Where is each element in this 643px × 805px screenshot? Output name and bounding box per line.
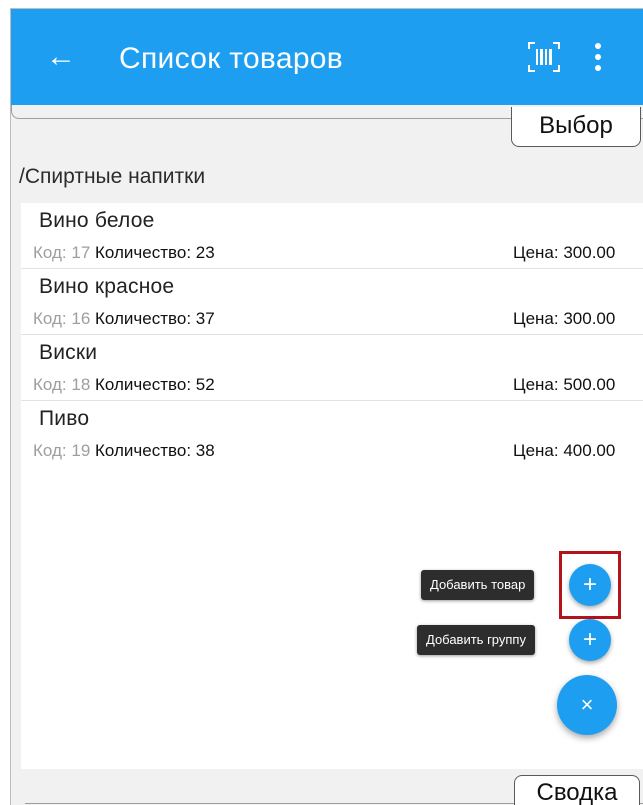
tab-summary[interactable]: Сводка <box>514 775 640 805</box>
price-value: 400.00 <box>563 441 616 460</box>
quantity-label: Количество: <box>95 243 192 262</box>
price-value: 300.00 <box>563 243 616 262</box>
price-value: 300.00 <box>563 309 616 328</box>
quantity-value: 52 <box>195 375 215 394</box>
product-name: Вино белое <box>39 209 155 232</box>
page-title: Список товаров <box>119 42 344 75</box>
arrow-left-icon: ← <box>46 40 76 73</box>
quantity-value: 38 <box>195 441 215 460</box>
back-button[interactable]: ← <box>41 37 81 77</box>
list-item[interactable]: Виски Код: 18 Количество: 52 Цена: 500.0… <box>21 335 643 401</box>
price-label: Цена: <box>513 441 559 460</box>
app-window: ← Список товаров Выбор /Спиртные напитки… <box>10 8 643 805</box>
code-label: Код: <box>33 375 67 394</box>
add-product-tooltip[interactable]: Добавить товар <box>421 570 535 600</box>
list-item[interactable]: Вино красное Код: 16 Количество: 37 Цена… <box>21 269 643 335</box>
more-menu-button[interactable] <box>585 39 611 75</box>
close-icon: × <box>580 692 594 717</box>
screen: ← Список товаров Выбор /Спиртные напитки… <box>0 0 643 805</box>
barcode-scan-button[interactable] <box>527 41 561 73</box>
code-label: Код: <box>33 309 67 328</box>
code-label: Код: <box>33 243 67 262</box>
product-name: Вино красное <box>39 275 175 298</box>
plus-icon: + <box>582 626 597 653</box>
quantity-value: 23 <box>195 243 215 262</box>
add-group-button[interactable]: + <box>569 619 611 661</box>
product-name: Виски <box>39 341 98 364</box>
product-meta: Код: 17 Количество: 23 <box>33 243 215 263</box>
product-meta: Код: 18 Количество: 52 <box>33 375 215 395</box>
app-bar: ← Список товаров <box>11 9 643 105</box>
product-price: Цена: 300.00 <box>513 309 615 329</box>
price-label: Цена: <box>513 375 559 394</box>
highlight-box <box>559 551 621 619</box>
price-value: 500.00 <box>563 375 616 394</box>
price-label: Цена: <box>513 243 559 262</box>
list-item[interactable]: Пиво Код: 19 Количество: 38 Цена: 400.00 <box>21 401 643 467</box>
code-value: 16 <box>71 309 91 328</box>
product-price: Цена: 300.00 <box>513 243 615 263</box>
code-value: 17 <box>71 243 91 262</box>
quantity-value: 37 <box>195 309 215 328</box>
more-vert-icon <box>595 43 601 49</box>
fab-close-button[interactable]: × <box>557 675 617 735</box>
code-value: 18 <box>71 375 91 394</box>
code-label: Код: <box>33 441 67 460</box>
quantity-label: Количество: <box>95 309 192 328</box>
quantity-label: Количество: <box>95 441 192 460</box>
bottom-tab-strip: Сводка <box>11 769 643 805</box>
top-tab-strip: Выбор <box>11 105 643 149</box>
product-name: Пиво <box>39 407 90 430</box>
product-meta: Код: 16 Количество: 37 <box>33 309 215 329</box>
barcode-scan-icon <box>528 42 560 72</box>
quantity-label: Количество: <box>95 375 192 394</box>
tab-select[interactable]: Выбор <box>511 107 641 147</box>
product-price: Цена: 400.00 <box>513 441 615 461</box>
list-item[interactable]: Вино белое Код: 17 Количество: 23 Цена: … <box>21 203 643 269</box>
code-value: 19 <box>71 441 91 460</box>
breadcrumb: /Спиртные напитки <box>19 165 206 188</box>
product-meta: Код: 19 Количество: 38 <box>33 441 215 461</box>
product-price: Цена: 500.00 <box>513 375 615 395</box>
add-group-tooltip[interactable]: Добавить группу <box>417 625 535 655</box>
price-label: Цена: <box>513 309 559 328</box>
product-list[interactable]: Вино белое Код: 17 Количество: 23 Цена: … <box>21 203 643 769</box>
